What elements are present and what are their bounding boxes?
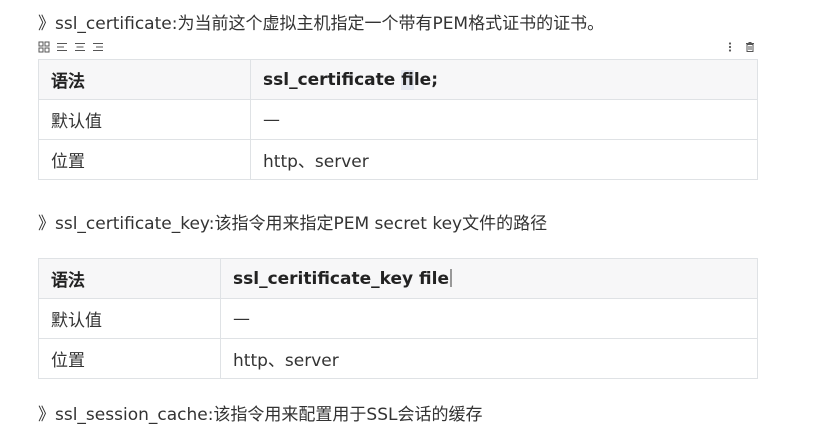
table-cell-label[interactable]: 语法 bbox=[38, 258, 221, 299]
align-right-icon[interactable] bbox=[92, 38, 104, 51]
table-cell-label[interactable]: 位置 bbox=[38, 338, 221, 379]
align-left-icon[interactable] bbox=[56, 38, 68, 51]
ssl-certificate-key-table: 语法 ssl_ceritificate_key file 默认值 — 位置 ht… bbox=[38, 258, 758, 379]
table-row: 位置 http、server bbox=[38, 338, 758, 379]
table-row: 默认值 — bbox=[38, 298, 758, 339]
section-heading-ssl-session-cache: 》ssl_session_cache:该指令用来配置用于SSL会话的缓存 bbox=[38, 405, 483, 425]
table-cell-value[interactable]: ssl_ceritificate_key file bbox=[220, 258, 758, 299]
trash-icon[interactable] bbox=[744, 38, 756, 52]
section-heading-ssl-certificate: 》ssl_certificate:为当前这个虚拟主机指定一个带有PEM格式证书的… bbox=[38, 14, 605, 34]
more-vertical-icon[interactable] bbox=[724, 38, 736, 52]
syntax-text-end: le; bbox=[413, 69, 438, 90]
table-cell-value[interactable]: ssl_certificate file; bbox=[250, 59, 758, 100]
table-row: 语法 ssl_ceritificate_key file bbox=[38, 258, 758, 299]
syntax-text: ssl_ceritificate_key file bbox=[233, 268, 449, 289]
table-cell-value[interactable]: — bbox=[250, 99, 758, 140]
align-center-icon[interactable] bbox=[74, 38, 86, 51]
table-cell-label[interactable]: 位置 bbox=[38, 139, 251, 180]
table-cell-label[interactable]: 语法 bbox=[38, 59, 251, 100]
table-row: 默认值 — bbox=[38, 99, 758, 140]
table-cell-value[interactable]: — bbox=[220, 298, 758, 339]
table-row: 语法 ssl_certificate file; bbox=[38, 59, 758, 100]
table-cell-value[interactable]: http、server bbox=[250, 139, 758, 180]
syntax-text: ssl_certificate bbox=[263, 69, 402, 90]
selected-text: fi bbox=[401, 69, 414, 90]
table-cell-label[interactable]: 默认值 bbox=[38, 99, 251, 140]
table-cell-value[interactable]: http、server bbox=[220, 338, 758, 379]
text-cursor-icon bbox=[449, 268, 452, 287]
table-row: 位置 http、server bbox=[38, 139, 758, 180]
table-cell-label[interactable]: 默认值 bbox=[38, 298, 221, 339]
grid-icon[interactable] bbox=[38, 38, 50, 53]
section-heading-ssl-certificate-key: 》ssl_certificate_key:该指令用来指定PEM secret k… bbox=[38, 214, 548, 234]
ssl-certificate-table: 语法 ssl_certificate file; 默认值 — 位置 http、s… bbox=[38, 59, 758, 180]
table-toolbar bbox=[38, 38, 758, 53]
